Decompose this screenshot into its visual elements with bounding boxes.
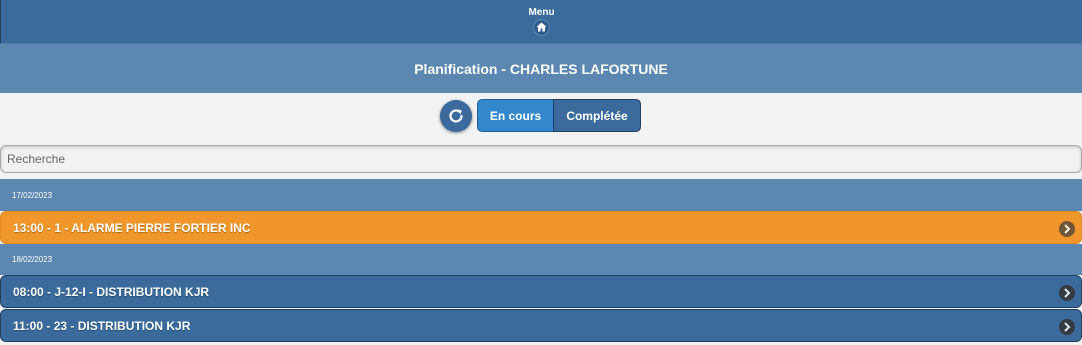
list-item-label: 11:00 - 23 - DISTRIBUTION KJR bbox=[13, 318, 191, 333]
top-navbar: Menu bbox=[0, 0, 1082, 43]
chevron-right-icon bbox=[1059, 221, 1075, 237]
list-item[interactable]: 08:00 - J-12-I - DISTRIBUTION KJR bbox=[0, 275, 1082, 308]
chevron-right-icon bbox=[1059, 285, 1075, 301]
list-item[interactable]: 13:00 - 1 - ALARME PIERRE FORTIER INC bbox=[0, 211, 1082, 244]
list-item-label: 08:00 - J-12-I - DISTRIBUTION KJR bbox=[13, 284, 210, 299]
date-divider: 18/02/2023 bbox=[0, 244, 1082, 275]
refresh-button[interactable] bbox=[440, 100, 472, 132]
tab-completee[interactable]: Complétée bbox=[553, 99, 641, 132]
page-title: Planification - CHARLES LAFORTUNE bbox=[414, 60, 668, 77]
list-item[interactable]: 11:00 - 23 - DISTRIBUTION KJR bbox=[0, 309, 1082, 342]
page-header: Planification - CHARLES LAFORTUNE bbox=[0, 43, 1082, 93]
date-divider: 17/02/2023 bbox=[0, 179, 1082, 211]
search-input[interactable] bbox=[0, 145, 1082, 173]
chevron-right-icon bbox=[1059, 319, 1075, 335]
menu-label[interactable]: Menu bbox=[528, 7, 554, 18]
search-bar bbox=[0, 145, 1082, 173]
refresh-icon bbox=[449, 109, 463, 123]
home-icon[interactable] bbox=[534, 19, 549, 35]
tab-en-cours[interactable]: En cours bbox=[477, 99, 554, 132]
list-item-label: 13:00 - 1 - ALARME PIERRE FORTIER INC bbox=[13, 220, 251, 235]
